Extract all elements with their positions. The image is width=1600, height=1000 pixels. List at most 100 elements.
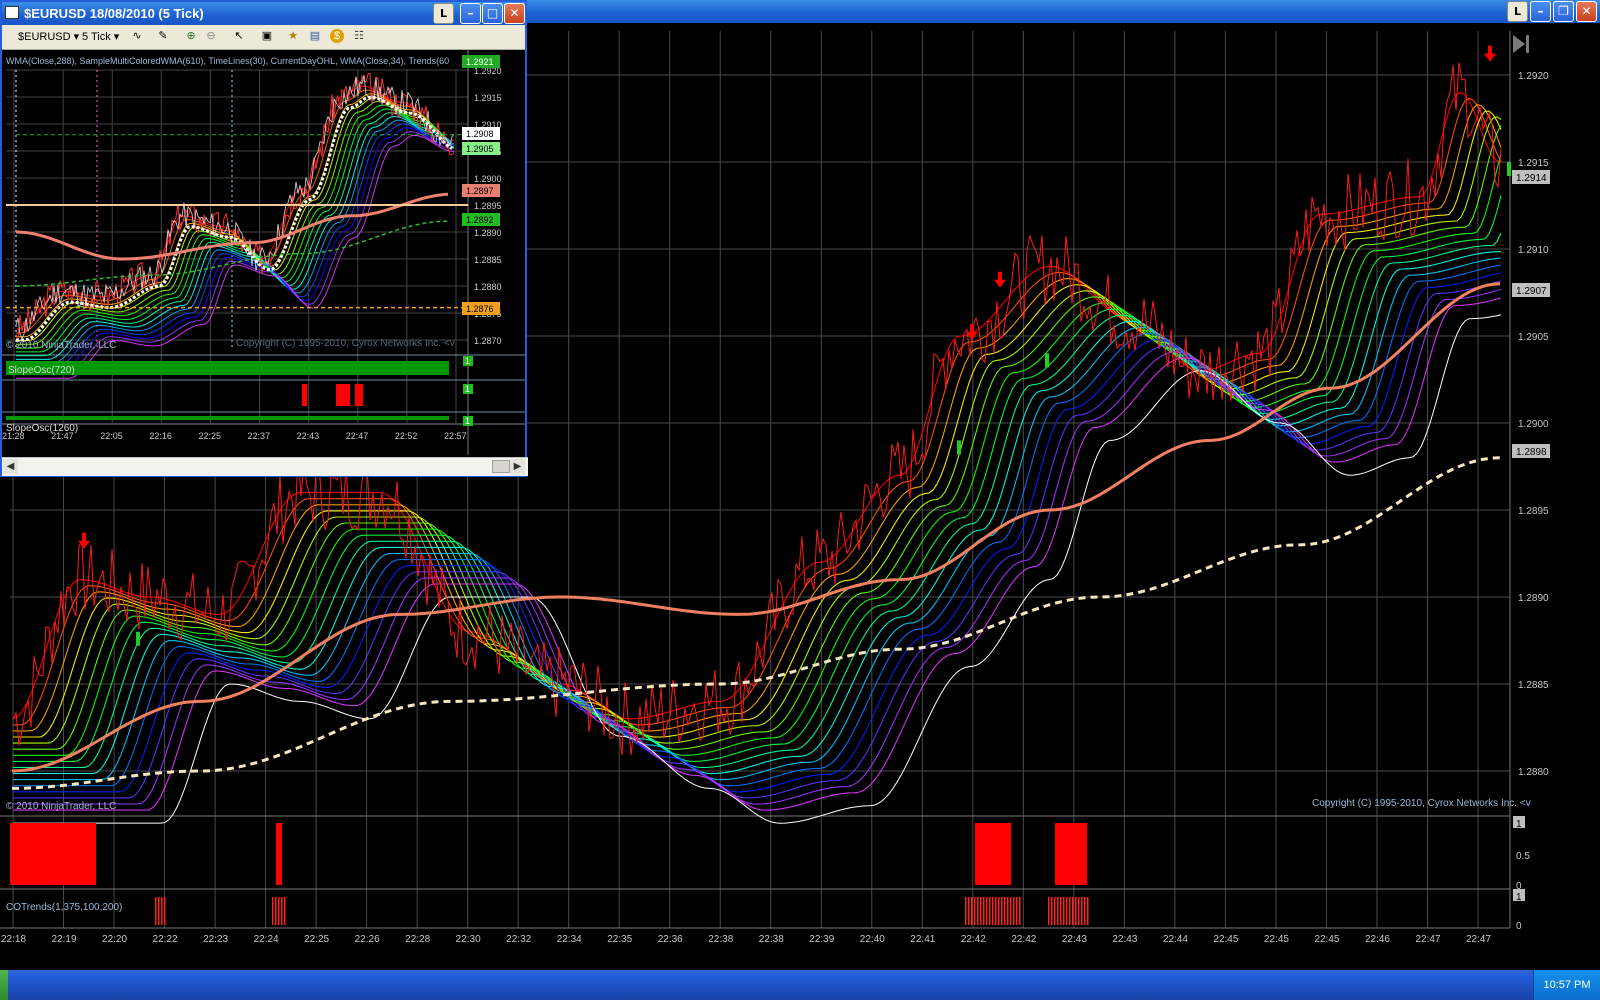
sub-time-axis-label: 22:47 — [346, 431, 369, 441]
cotrends-tick — [164, 897, 166, 925]
cotrends-tick — [983, 897, 985, 925]
price-axis-label: 1.2890 — [1518, 593, 1549, 604]
taskbar-clock: 10:57 PM — [1533, 970, 1600, 1000]
cotrends-tick — [971, 897, 973, 925]
dollar-icon[interactable]: $ — [330, 29, 344, 43]
cotrends-tick — [278, 897, 280, 925]
cotrends-tick — [980, 897, 982, 925]
time-axis-label: 22:24 — [254, 934, 279, 945]
properties-icon[interactable]: ▣ — [260, 29, 274, 43]
scroll-thumb[interactable] — [492, 460, 510, 473]
slopeosc-signal-bar — [336, 384, 350, 406]
cotrends-tick — [977, 897, 979, 925]
scroll-end-icon[interactable] — [1513, 35, 1529, 53]
drawing-tool-icon[interactable]: ∿ — [130, 29, 144, 43]
zoom-in-icon[interactable]: ⊕ — [184, 29, 198, 43]
chart-type-icon[interactable]: ▤ — [308, 29, 322, 43]
main-l-button[interactable]: L — [1507, 1, 1528, 22]
strategy-icon[interactable]: ★ — [286, 29, 300, 43]
main-close-button[interactable]: ✕ — [1576, 1, 1597, 22]
panel1-axis-label: 1 — [1516, 819, 1522, 830]
time-axis-label: 22:43 — [1112, 934, 1137, 945]
cotrends-tick — [275, 897, 277, 925]
sub-price-marker-value: 1.2908 — [466, 129, 494, 139]
time-axis-label: 22:19 — [52, 934, 77, 945]
time-axis-label: 22:25 — [304, 934, 329, 945]
slopeosc-signal-bar — [355, 384, 363, 406]
time-axis-label: 22:32 — [506, 934, 531, 945]
cotrends-tick — [1075, 897, 1077, 925]
time-axis-label: 22:44 — [1163, 934, 1188, 945]
slopeosc-1260-label: SlopeOsc(1260) — [6, 423, 78, 434]
main-restore-button[interactable]: ❐ — [1553, 1, 1574, 22]
price-axis-label: 1.2885 — [1518, 680, 1549, 691]
time-axis-label: 22:38 — [708, 934, 733, 945]
sub-l-button[interactable]: L — [433, 3, 454, 24]
cotrends-tick — [155, 897, 157, 925]
price-marker-value: 1.2898 — [1516, 447, 1547, 458]
down-arrow-signal — [1484, 45, 1496, 62]
pointer-icon[interactable]: ↖ — [232, 29, 246, 43]
sub-toolbar: $EURUSD ▾ 5 Tick ▾ ∿ ✎ ⊕ ⊖ ↖ ▣ ★ ▤ $ ☷ — [2, 25, 525, 50]
cotrends-tick — [965, 897, 967, 925]
cotrends-tick — [1078, 897, 1080, 925]
scroll-right-arrow-icon[interactable]: ▶ — [510, 459, 525, 474]
main-copyright-left: © 2010 NinjaTrader, LLC — [6, 801, 116, 812]
sub-chart-window: $EURUSD 18/08/2010 (5 Tick) L – □ ✕ $EUR… — [0, 0, 528, 477]
sub-price-axis-label: 1.2880 — [474, 282, 502, 292]
cotrends-tick — [1051, 897, 1053, 925]
time-axis-label: 22:47 — [1415, 934, 1440, 945]
sub-maximize-button[interactable]: □ — [482, 3, 503, 24]
zoom-out-icon[interactable]: ⊖ — [204, 29, 218, 43]
interval-selector[interactable]: 5 Tick ▾ — [82, 30, 119, 44]
sub-panel-label: 1 — [465, 416, 470, 426]
time-axis-label: 22:18 — [1, 934, 26, 945]
main-title-bar[interactable] — [520, 0, 1600, 23]
slopeosc-720-label: SlopeOsc(720) — [8, 365, 75, 376]
sub-price-axis-label: 1.2870 — [474, 336, 502, 346]
sub-price-marker-value: 1.2876 — [466, 304, 494, 314]
sub-minimize-button[interactable]: – — [460, 3, 481, 24]
time-axis-label: 22:47 — [1466, 934, 1491, 945]
start-button[interactable] — [0, 970, 8, 1000]
interval-value: 5 Tick — [82, 31, 111, 43]
cotrends-tick — [1087, 897, 1089, 925]
sub-chart-canvas[interactable]: 1.29201.29151.29101.29051.29001.28951.28… — [2, 50, 525, 455]
time-axis-label: 22:30 — [456, 934, 481, 945]
sub-time-axis-label: 22:25 — [198, 431, 221, 441]
data-box-icon[interactable]: ☷ — [352, 29, 366, 43]
windows-taskbar: 10:57 PM — [0, 970, 1600, 1000]
cotrends-tick — [1048, 897, 1050, 925]
pencil-icon[interactable]: ✎ — [156, 29, 170, 43]
sub-rainbow-line — [16, 93, 455, 338]
cotrends-tick — [1066, 897, 1068, 925]
time-axis-label: 22:41 — [910, 934, 935, 945]
sub-price-axis-label: 1.2915 — [474, 93, 502, 103]
time-axis-label: 22:42 — [961, 934, 986, 945]
sub-price-axis-label: 1.2885 — [474, 255, 502, 265]
cotrends-tick — [272, 897, 274, 925]
time-axis-label: 22:45 — [1213, 934, 1238, 945]
main-minimize-button[interactable]: – — [1530, 1, 1551, 22]
sub-grid — [2, 50, 525, 455]
down-arrow-signal — [994, 271, 1006, 288]
cotrends-tick — [1013, 897, 1015, 925]
time-axis-label: 22:43 — [1062, 934, 1087, 945]
sub-price-marker-value: 1.2921 — [466, 57, 494, 67]
sub-time-axis-label: 22:52 — [395, 431, 418, 441]
sub-close-button[interactable]: ✕ — [504, 3, 525, 24]
price-marker-value: 1.2914 — [1516, 173, 1547, 184]
sub-price-marker-value: 1.2897 — [466, 186, 494, 196]
cotrends-tick — [1019, 897, 1021, 925]
time-axis-label: 22:42 — [1011, 934, 1036, 945]
sub-copyright-left: © 2010 NinjaTrader, LLC — [6, 340, 116, 351]
scroll-left-arrow-icon[interactable]: ◀ — [3, 459, 18, 474]
cotrends-tick — [1081, 897, 1083, 925]
cotrends-tick — [158, 897, 160, 925]
sub-price-axis-label: 1.2890 — [474, 228, 502, 238]
sub-price-plots — [6, 72, 468, 379]
sub-horizontal-scrollbar[interactable]: ◀ ▶ — [2, 457, 528, 476]
sub-price-marker-value: 1.2892 — [466, 215, 494, 225]
time-axis-label: 22:34 — [557, 934, 582, 945]
instrument-selector[interactable]: $EURUSD ▾ — [18, 30, 79, 44]
